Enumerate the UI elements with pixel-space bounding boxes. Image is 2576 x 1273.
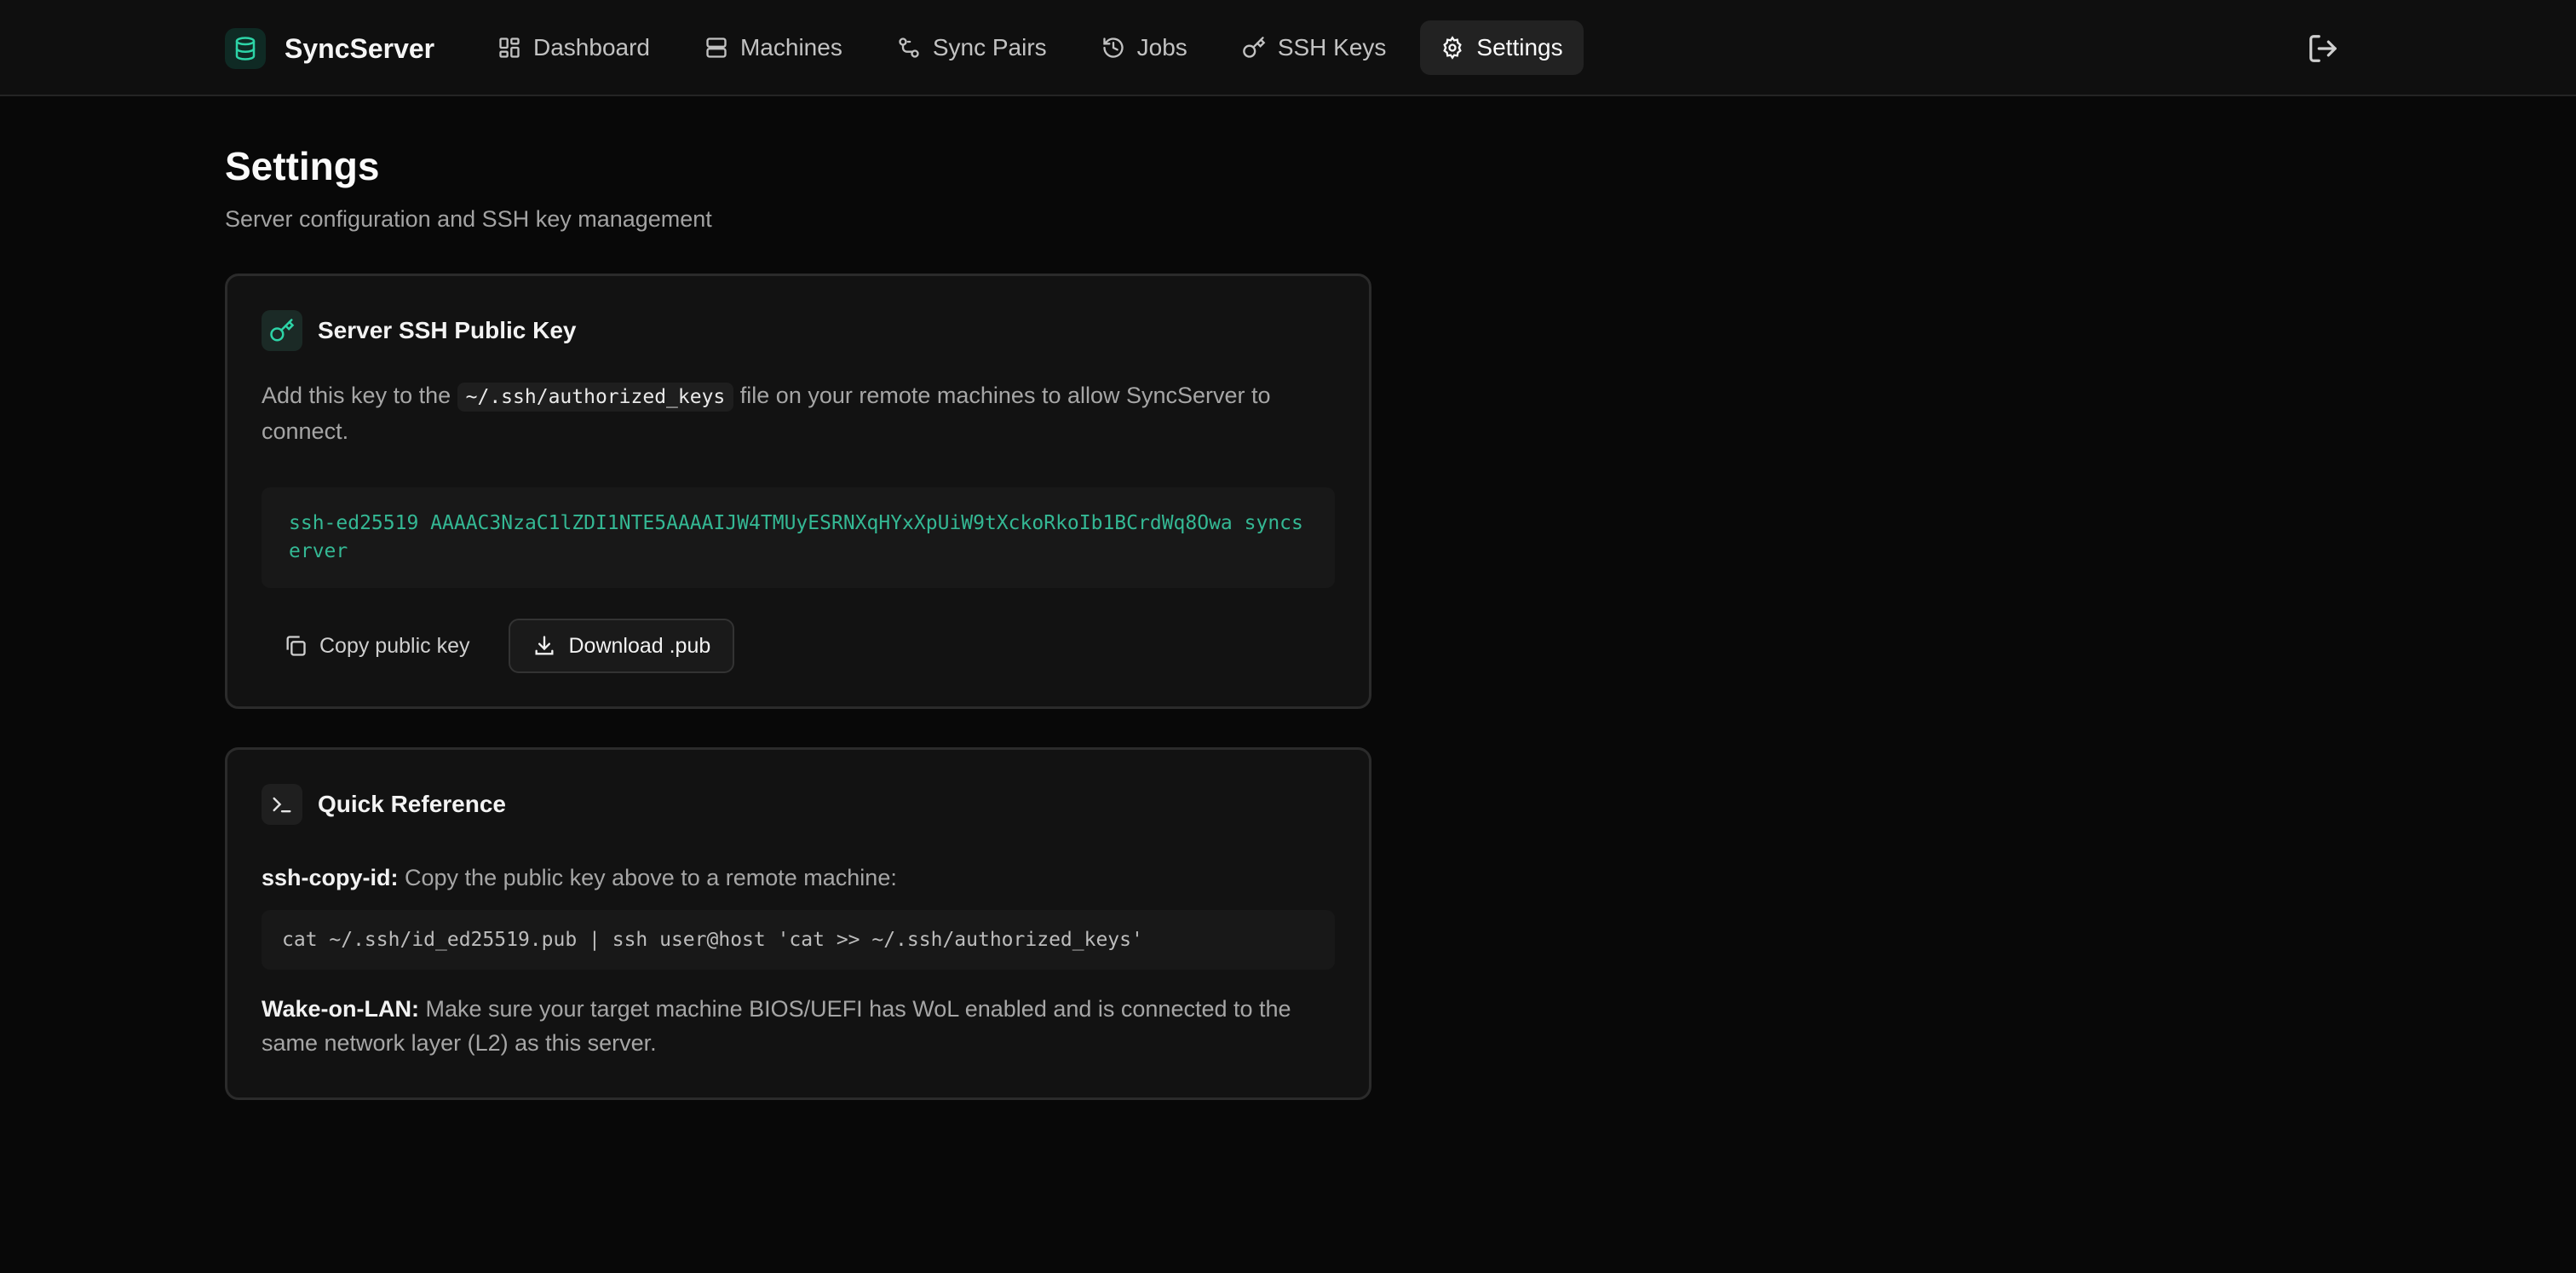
nav-ssh-keys[interactable]: SSH Keys	[1222, 20, 1407, 75]
copy-public-key-button[interactable]: Copy public key	[262, 619, 492, 673]
brand[interactable]: SyncServer	[225, 27, 434, 70]
card-description: Add this key to the ~/.ssh/authorized_ke…	[262, 378, 1335, 448]
nav-sync-pairs-label: Sync Pairs	[932, 34, 1047, 60]
page-title: Settings	[225, 144, 380, 188]
card-header: Quick Reference	[262, 782, 1335, 827]
nav-dashboard[interactable]: Dashboard	[477, 20, 670, 75]
wake-on-lan-hint: Wake-on-LAN: Make sure your target machi…	[262, 992, 1335, 1060]
key-actions: Copy public key Download .pub	[262, 619, 1335, 673]
sync-pairs-icon	[899, 37, 919, 58]
nav-settings-label: Settings	[1476, 34, 1563, 60]
main-nav: Dashboard Machines Sync Pairs Jobs SSH K…	[477, 20, 1584, 75]
ssh-public-key-card: Server SSH Public Key Add this key to th…	[225, 274, 1371, 709]
ssh-copy-id-text: Copy the public key above to a remote ma…	[398, 865, 897, 890]
download-pub-button[interactable]: Download .pub	[509, 619, 735, 673]
ssh-copy-id-hint: ssh-copy-id: Copy the public key above t…	[262, 861, 1335, 895]
nav-jobs-label: Jobs	[1136, 34, 1187, 60]
key-icon	[262, 310, 302, 351]
brand-name: SyncServer	[285, 32, 435, 64]
nav-machines[interactable]: Machines	[684, 20, 863, 75]
card-header: Server SSH Public Key	[262, 308, 1335, 353]
download-pub-label: Download .pub	[568, 633, 711, 658]
dashboard-icon	[499, 37, 520, 58]
nav-sync-pairs[interactable]: Sync Pairs	[877, 20, 1067, 75]
authorized-keys-path: ~/.ssh/authorized_keys	[457, 383, 734, 412]
public-key-value[interactable]: ssh-ed25519 AAAAC3NzaC1lZDI1NTE5AAAAIJW4…	[262, 487, 1335, 588]
history-icon	[1102, 37, 1124, 58]
gear-icon	[1443, 36, 1463, 60]
logout-icon[interactable]	[2307, 32, 2339, 65]
page-header: Settings Server configuration and SSH ke…	[225, 143, 1371, 233]
copy-command[interactable]: cat ~/.ssh/id_ed25519.pub | ssh user@hos…	[262, 910, 1335, 970]
download-icon	[535, 636, 554, 655]
wol-label: Wake-on-LAN:	[262, 996, 419, 1022]
copy-icon	[286, 636, 306, 656]
card-title: Quick Reference	[318, 791, 506, 817]
key-icon	[1242, 37, 1266, 58]
top-navigation-bar: SyncServer Dashboard Machines Sync Pairs…	[0, 0, 2576, 96]
database-icon	[225, 28, 266, 69]
desc-text-before: Add this key to the	[262, 383, 457, 408]
nav-settings[interactable]: Settings	[1420, 20, 1584, 75]
quick-reference-card: Quick Reference ssh-copy-id: Copy the pu…	[225, 747, 1371, 1100]
card-title: Server SSH Public Key	[318, 317, 577, 343]
server-icon	[706, 37, 727, 58]
page-subtitle: Server configuration and SSH key managem…	[225, 206, 712, 232]
copy-public-key-label: Copy public key	[319, 633, 470, 658]
nav-jobs[interactable]: Jobs	[1081, 20, 1208, 75]
nav-machines-label: Machines	[739, 34, 842, 60]
terminal-icon	[262, 784, 302, 825]
nav-dashboard-label: Dashboard	[533, 34, 650, 60]
ssh-copy-id-label: ssh-copy-id:	[262, 865, 399, 890]
nav-ssh-keys-label: SSH Keys	[1277, 34, 1387, 60]
